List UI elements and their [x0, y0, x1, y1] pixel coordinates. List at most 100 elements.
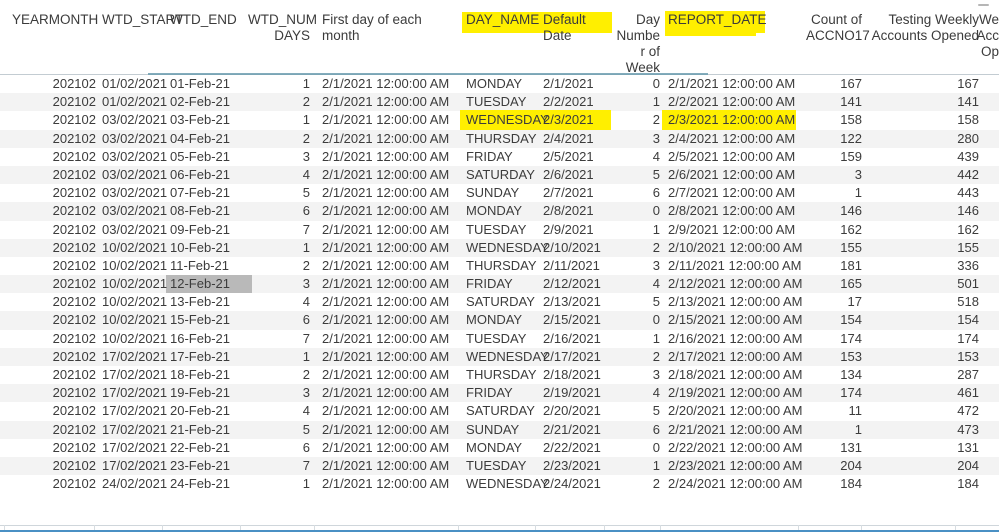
cell-count_accno17[interactable]: 184 — [806, 476, 862, 492]
table-row[interactable]: 202102 17/02/2021 20-Feb-21 4 2/1/2021 12:00… — [0, 402, 999, 420]
cell-first_day[interactable]: 2/1/2021 12:00:00 AM — [322, 294, 458, 310]
cell-default_date[interactable]: 2/12/2021 — [543, 276, 611, 292]
cell-default_date[interactable]: 2/23/2021 — [543, 458, 611, 474]
cell-day_name[interactable]: WEDNESDAY — [466, 240, 549, 256]
cell-count_accno17[interactable]: 174 — [806, 331, 862, 347]
cell-wtd_start[interactable]: 17/02/2021 — [102, 367, 180, 383]
cell-day_number[interactable]: 3 — [612, 258, 660, 274]
cell-wtd_end[interactable]: 16-Feb-21 — [170, 331, 244, 347]
cell-wtd_num_days[interactable]: 5 — [248, 185, 310, 201]
cell-yearmonth[interactable]: 202102 — [12, 476, 96, 492]
cell-report_date[interactable]: 2/20/2021 12:00:00 AM — [668, 403, 802, 419]
cell-testing_weekly[interactable]: 141 — [869, 94, 979, 110]
cell-count_accno17[interactable]: 165 — [806, 276, 862, 292]
cell-yearmonth[interactable]: 202102 — [12, 185, 96, 201]
table-row[interactable]: 202102 03/02/2021 07-Feb-21 5 2/1/2021 12:00… — [0, 184, 999, 202]
cell-yearmonth[interactable]: 202102 — [12, 258, 96, 274]
cell-wtd_end[interactable]: 24-Feb-21 — [170, 476, 244, 492]
cell-day_name[interactable]: MONDAY — [466, 203, 536, 219]
table-row[interactable]: 202102 17/02/2021 23-Feb-21 7 2/1/2021 12:00… — [0, 456, 999, 476]
cell-count_accno17[interactable]: 162 — [806, 222, 862, 238]
column-header-first_day[interactable]: First day of each month — [322, 12, 458, 44]
cell-yearmonth[interactable]: 202102 — [12, 349, 96, 365]
cell-day_number[interactable]: 2 — [612, 349, 660, 365]
table-row[interactable]: 202102 10/02/2021 16-Feb-21 7 2/1/2021 12:00… — [0, 330, 999, 348]
cell-count_accno17[interactable]: 159 — [806, 149, 862, 165]
column-header-default_date[interactable]: Default Date — [543, 12, 611, 44]
cell-wtd_num_days[interactable]: 6 — [248, 312, 310, 328]
cell-wtd_end[interactable]: 17-Feb-21 — [170, 349, 244, 365]
cell-first_day[interactable]: 2/1/2021 12:00:00 AM — [322, 185, 458, 201]
cell-wtd_end[interactable]: 19-Feb-21 — [170, 385, 244, 401]
cell-yearmonth[interactable]: 202102 — [12, 167, 96, 183]
cell-default_date[interactable]: 2/13/2021 — [543, 294, 611, 310]
cell-default_date[interactable]: 2/1/2021 — [543, 76, 611, 92]
cell-wtd_start[interactable]: 03/02/2021 — [102, 167, 180, 183]
cell-yearmonth[interactable]: 202102 — [12, 440, 96, 456]
cell-day_name[interactable]: WEDNESDAY — [466, 476, 549, 492]
cell-first_day[interactable]: 2/1/2021 12:00:00 AM — [322, 112, 458, 128]
table-row[interactable]: 202102 03/02/2021 06-Feb-21 4 2/1/2021 12:00… — [0, 165, 999, 185]
cell-day_name[interactable]: TUESDAY — [466, 94, 536, 110]
cell-report_date[interactable]: 2/22/2021 12:00:00 AM — [668, 440, 802, 456]
cell-day_number[interactable]: 3 — [612, 131, 660, 147]
cell-report_date[interactable]: 2/19/2021 12:00:00 AM — [668, 385, 802, 401]
column-header-day_name[interactable]: DAY_NAME — [466, 12, 539, 28]
cell-default_date[interactable]: 2/7/2021 — [543, 185, 611, 201]
cell-count_accno17[interactable]: 141 — [806, 94, 862, 110]
cell-first_day[interactable]: 2/1/2021 12:00:00 AM — [322, 258, 458, 274]
cell-wtd_end[interactable]: 22-Feb-21 — [170, 440, 244, 456]
cell-wtd_start[interactable]: 10/02/2021 — [102, 331, 180, 347]
cell-wtd_end[interactable]: 10-Feb-21 — [170, 240, 244, 256]
cell-wtd_num_days[interactable]: 3 — [248, 276, 310, 292]
cell-wtd_num_days[interactable]: 4 — [248, 294, 310, 310]
cell-day_number[interactable]: 2 — [612, 240, 660, 256]
cell-yearmonth[interactable]: 202102 — [12, 240, 96, 256]
cell-testing_weekly[interactable]: 501 — [869, 276, 979, 292]
cell-wtd_start[interactable]: 03/02/2021 — [102, 149, 180, 165]
cell-first_day[interactable]: 2/1/2021 12:00:00 AM — [322, 312, 458, 328]
cell-first_day[interactable]: 2/1/2021 12:00:00 AM — [322, 403, 458, 419]
cell-wtd_num_days[interactable]: 5 — [248, 422, 310, 438]
cell-testing_weekly[interactable]: 439 — [869, 149, 979, 165]
cell-default_date[interactable]: 2/6/2021 — [543, 167, 611, 183]
cell-testing_weekly[interactable]: 131 — [869, 440, 979, 456]
table-row[interactable]: 202102 03/02/2021 04-Feb-21 2 2/1/2021 12:00… — [0, 129, 999, 148]
cell-report_date[interactable]: 2/18/2021 12:00:00 AM — [668, 367, 802, 383]
cell-wtd_start[interactable]: 10/02/2021 — [102, 276, 180, 292]
cell-wtd_end[interactable]: 12-Feb-21 — [170, 276, 244, 292]
cell-count_accno17[interactable]: 181 — [806, 258, 862, 274]
cell-default_date[interactable]: 2/18/2021 — [543, 367, 611, 383]
cell-testing_weekly[interactable]: 442 — [869, 167, 979, 183]
cell-day_number[interactable]: 1 — [612, 458, 660, 474]
cell-testing_weekly[interactable]: 154 — [869, 312, 979, 328]
cell-first_day[interactable]: 2/1/2021 12:00:00 AM — [322, 167, 458, 183]
cell-testing_weekly[interactable]: 162 — [869, 222, 979, 238]
cell-first_day[interactable]: 2/1/2021 12:00:00 AM — [322, 76, 458, 92]
cell-first_day[interactable]: 2/1/2021 12:00:00 AM — [322, 240, 458, 256]
table-row[interactable]: 202102 17/02/2021 21-Feb-21 5 2/1/2021 12:00… — [0, 420, 999, 439]
cell-day_number[interactable]: 0 — [612, 440, 660, 456]
cell-wtd_start[interactable]: 03/02/2021 — [102, 112, 180, 128]
cell-first_day[interactable]: 2/1/2021 12:00:00 AM — [322, 458, 458, 474]
table-row[interactable]: 202102 17/02/2021 18-Feb-21 2 2/1/2021 12:00… — [0, 366, 999, 384]
table-row[interactable]: 202102 10/02/2021 11-Feb-21 2 2/1/2021 12:00… — [0, 257, 999, 275]
cell-testing_weekly[interactable]: 184 — [869, 476, 979, 492]
cell-default_date[interactable]: 2/20/2021 — [543, 403, 611, 419]
cell-wtd_end[interactable]: 21-Feb-21 — [170, 422, 244, 438]
cell-day_name[interactable]: THURSDAY — [466, 131, 537, 147]
cell-report_date[interactable]: 2/17/2021 12:00:00 AM — [668, 349, 802, 365]
cell-wtd_num_days[interactable]: 4 — [248, 167, 310, 183]
cell-wtd_num_days[interactable]: 1 — [248, 476, 310, 492]
cell-report_date[interactable]: 2/13/2021 12:00:00 AM — [668, 294, 802, 310]
cell-wtd_end[interactable]: 18-Feb-21 — [170, 367, 244, 383]
cell-yearmonth[interactable]: 202102 — [12, 367, 96, 383]
cell-wtd_num_days[interactable]: 7 — [248, 222, 310, 238]
cell-wtd_end[interactable]: 04-Feb-21 — [170, 131, 244, 147]
cell-wtd_end[interactable]: 11-Feb-21 — [170, 258, 244, 274]
cell-testing_weekly[interactable]: 153 — [869, 349, 979, 365]
cell-yearmonth[interactable]: 202102 — [12, 458, 96, 474]
cell-wtd_num_days[interactable]: 6 — [248, 203, 310, 219]
cell-day_name[interactable]: SATURDAY — [466, 294, 536, 310]
cell-wtd_start[interactable]: 17/02/2021 — [102, 422, 180, 438]
